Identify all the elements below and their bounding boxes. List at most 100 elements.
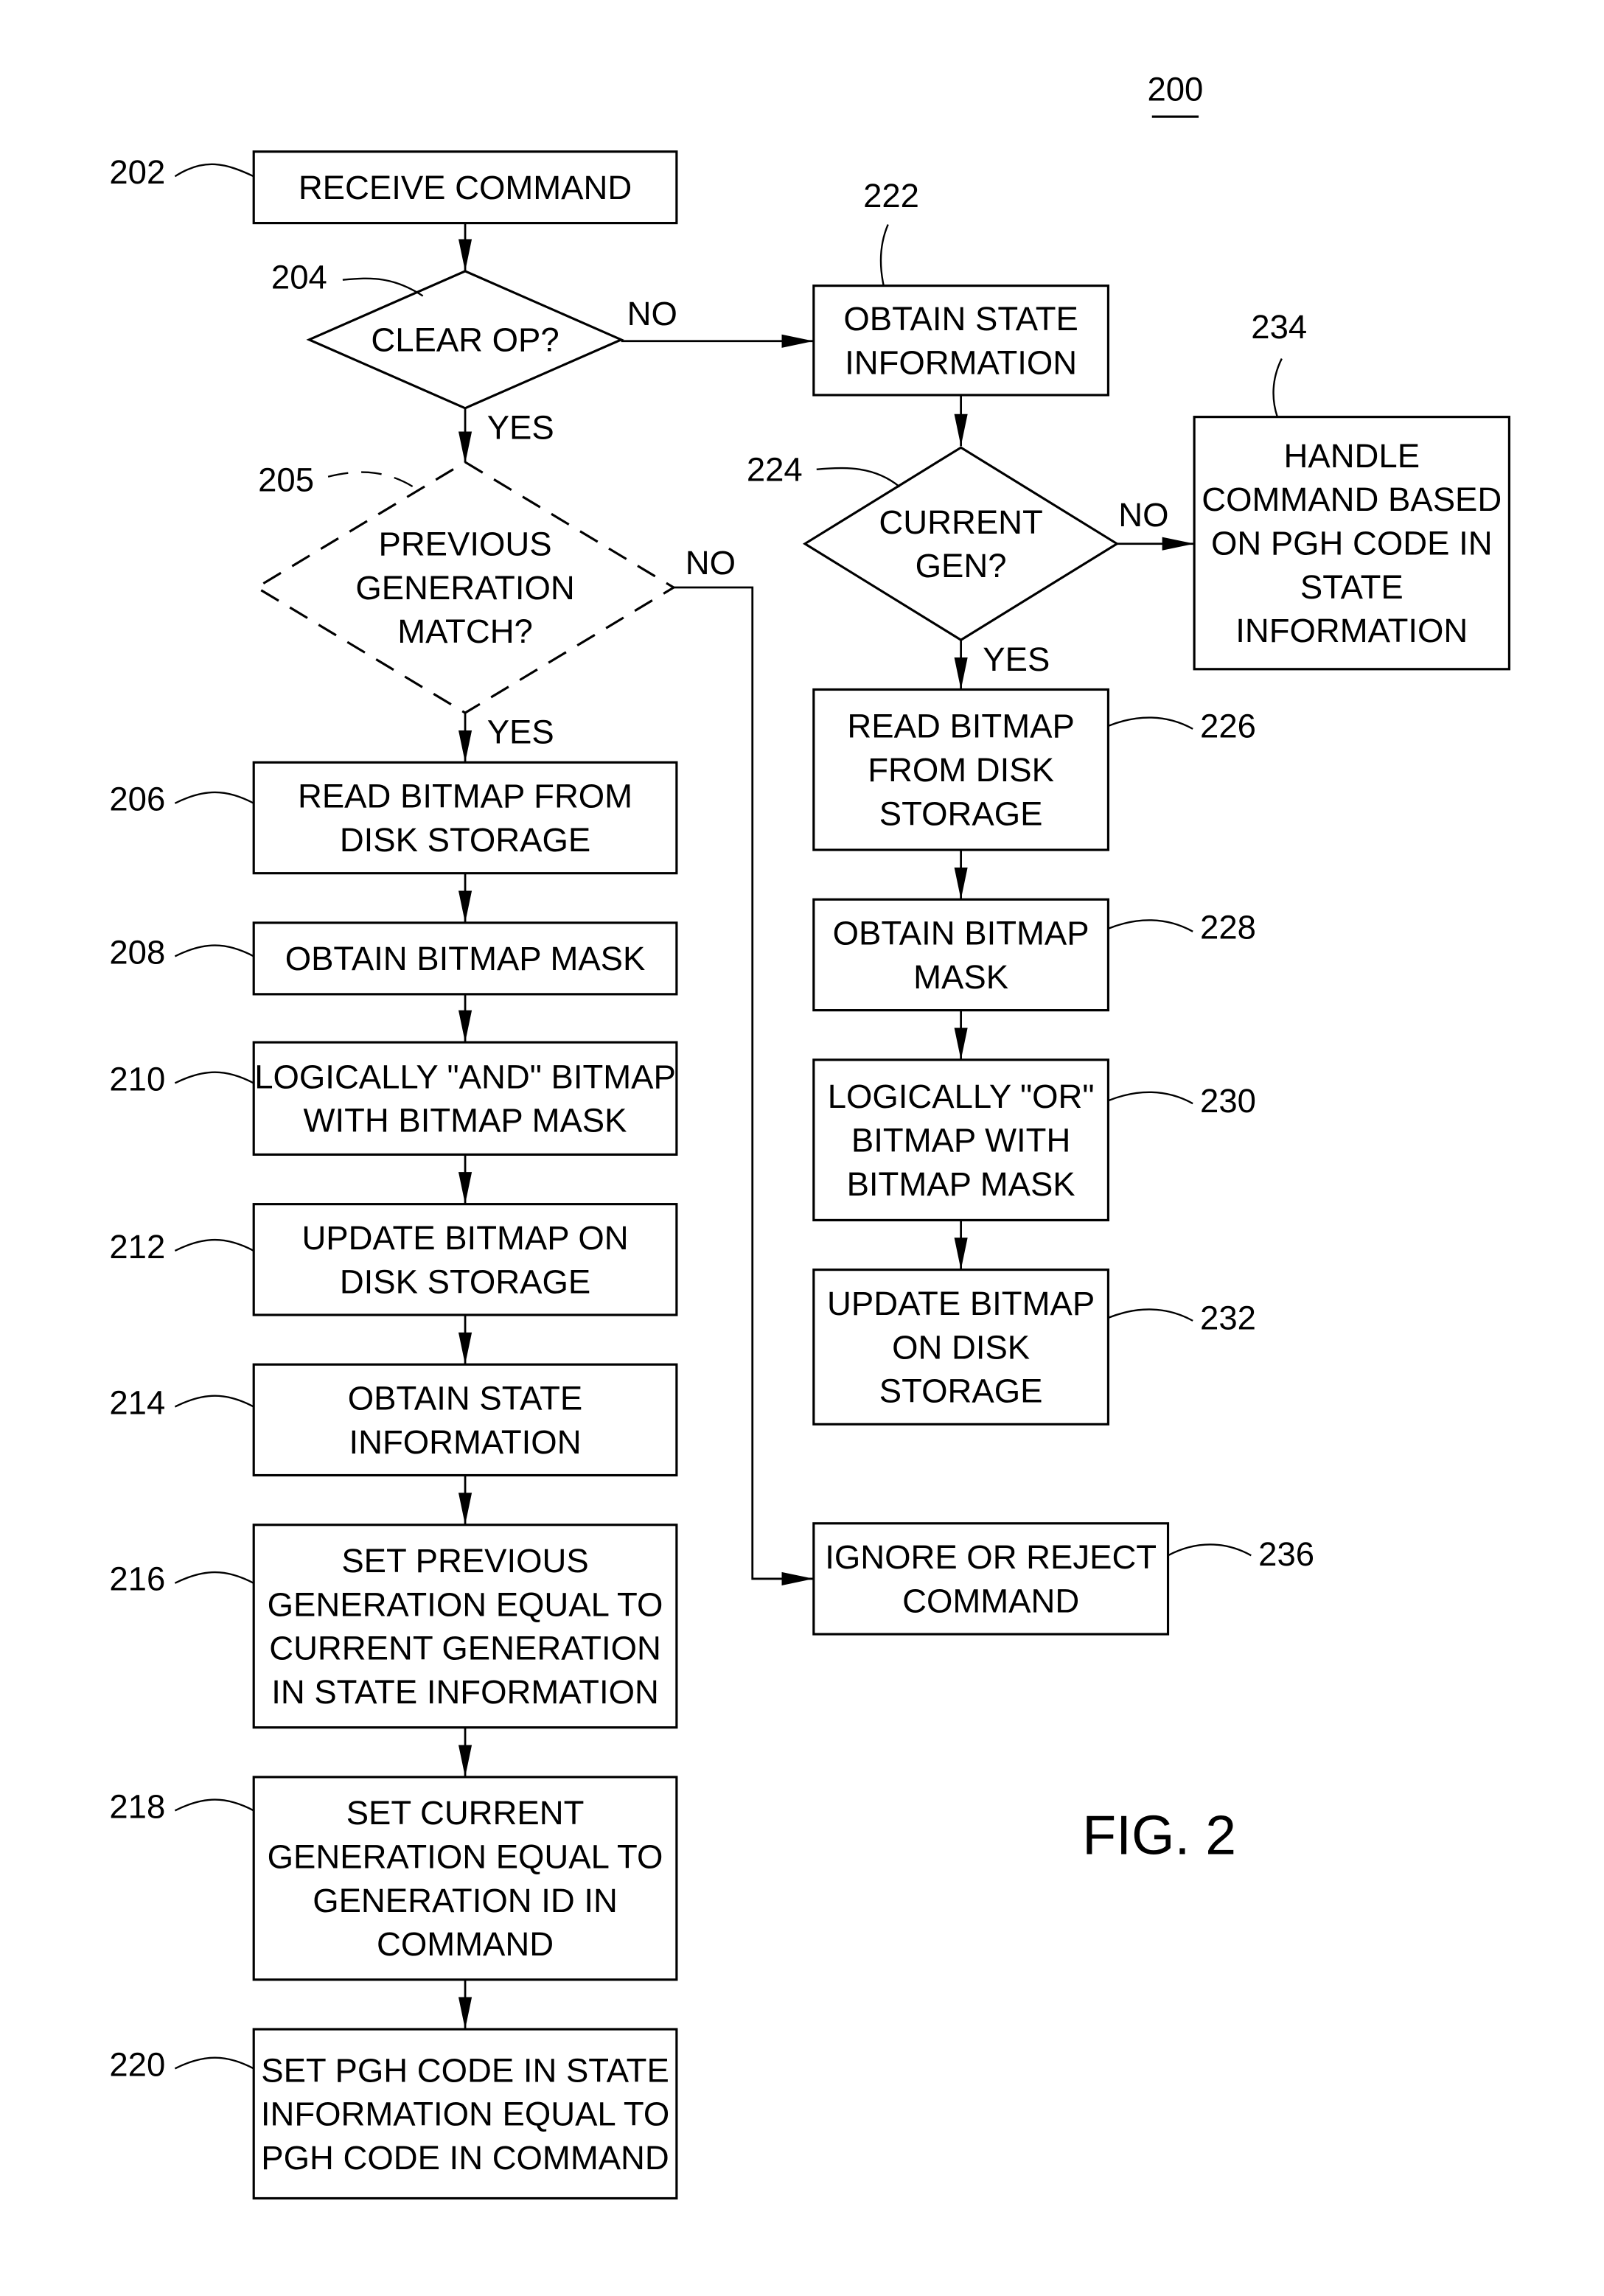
node-220: SET PGH CODE IN STATE INFORMATION EQUAL T… (109, 2028, 678, 2200)
node-202: RECEIVE COMMAND 202 (109, 150, 678, 225)
node-216-text-line: CURRENT GENERATION (269, 1630, 661, 1667)
node-218-text-line: GENERATION ID IN (313, 1882, 618, 1919)
node-228-text-line: MASK (913, 958, 1008, 996)
leader-line-212 (174, 1239, 254, 1252)
node-220-text-line: PGH CODE IN COMMAND (261, 2139, 669, 2177)
leader-line-228 (1107, 919, 1193, 932)
leader-line-222 (879, 224, 889, 286)
node-228-text-line: OBTAIN BITMAP (833, 915, 1089, 952)
reference-numeral-208: 208 (109, 933, 165, 971)
node-218-text-line: SET CURRENT (346, 1794, 585, 1832)
node-205-text-line: GENERATION (355, 569, 574, 607)
leader-line-226 (1107, 716, 1193, 730)
leader-line-204 (342, 277, 424, 297)
node-216-text-line: IN STATE INFORMATION (271, 1673, 659, 1711)
decision-diamond-224 (802, 446, 1120, 642)
figure-number: 200 (1147, 70, 1203, 118)
node-236-text-line: COMMAND (902, 1582, 1079, 1619)
node-226: READ BITMAP FROM DISK STORAGE 226 (812, 688, 1256, 851)
node-224-text-line: GEN? (916, 547, 1007, 585)
leader-line-218 (174, 1798, 254, 1812)
flowchart-canvas: 200 FIG. 2 NO YES NO YES NO YES RECEIVE … (109, 70, 1511, 2200)
node-232-text-line: UPDATE BITMAP (827, 1285, 1095, 1322)
leader-line-236 (1167, 1543, 1252, 1557)
node-234: HANDLE COMMAND BASED ON PGH CODE IN STATE IN… (1193, 308, 1511, 671)
edge-label-204-yes: YES (487, 408, 554, 446)
node-210-text-line: LOGICALLY "AND" BITMAP (254, 1058, 676, 1095)
node-222-text-line: OBTAIN STATE (843, 300, 1078, 338)
leader-line-220 (174, 2056, 254, 2070)
reference-numeral-220: 220 (109, 2045, 165, 2083)
node-214-text-line: INFORMATION (349, 1423, 582, 1461)
leader-line-208 (174, 944, 254, 957)
leader-line-206 (174, 791, 254, 804)
reference-numeral-205: 205 (258, 461, 314, 499)
leader-line-232 (1107, 1308, 1193, 1322)
reference-numeral-202: 202 (109, 153, 165, 191)
node-208-text-line: OBTAIN BITMAP MASK (285, 940, 646, 977)
leader-line-210 (174, 1071, 254, 1084)
node-208: OBTAIN BITMAP MASK 208 (109, 921, 678, 996)
leader-line-216 (174, 1571, 254, 1584)
reference-numeral-206: 206 (109, 781, 165, 818)
node-230-text-line: BITMAP WITH (851, 1121, 1070, 1159)
node-234-text-line: HANDLE (1284, 437, 1420, 475)
node-228: OBTAIN BITMAP MASK 228 (812, 898, 1256, 1012)
node-222: OBTAIN STATE INFORMATION 222 (812, 177, 1110, 397)
node-234-text-line: INFORMATION (1235, 612, 1468, 649)
node-224: CURRENT GEN? 224 (747, 446, 1120, 642)
leader-line-230 (1107, 1091, 1193, 1105)
reference-numeral-212: 212 (109, 1228, 165, 1266)
node-230-text-line: LOGICALLY "OR" (828, 1078, 1095, 1115)
figure-number-text: 200 (1147, 70, 1203, 108)
reference-numeral-214: 214 (109, 1383, 165, 1421)
node-210-text-line: WITH BITMAP MASK (304, 1102, 627, 1140)
node-216-text-line: SET PREVIOUS (341, 1542, 588, 1580)
node-214: OBTAIN STATE INFORMATION 214 (109, 1363, 678, 1477)
edge-label-204-no: NO (627, 295, 677, 332)
node-226-text-line: READ BITMAP (847, 708, 1074, 745)
node-226-text-line: STORAGE (879, 795, 1043, 832)
node-236-text-line: IGNORE OR REJECT (825, 1538, 1157, 1576)
node-230-text-line: BITMAP MASK (847, 1165, 1075, 1203)
reference-numeral-234: 234 (1251, 308, 1307, 346)
node-214-text-line: OBTAIN STATE (348, 1380, 582, 1417)
node-226-text-line: FROM DISK (868, 751, 1054, 789)
reference-numeral-224: 224 (747, 451, 803, 489)
node-205-text-line: PREVIOUS (378, 526, 551, 563)
figure-caption: FIG. 2 (1082, 1804, 1236, 1866)
reference-numeral-204: 204 (271, 259, 327, 296)
node-222-text-line: INFORMATION (845, 343, 1077, 381)
node-212: UPDATE BITMAP ON DISK STORAGE 212 (109, 1203, 678, 1316)
node-224-text-line: CURRENT (879, 503, 1042, 541)
node-205-text-line: MATCH? (397, 613, 533, 650)
node-234-text-line: ON PGH CODE IN (1211, 525, 1493, 562)
reference-numeral-222: 222 (863, 177, 919, 214)
node-218-text-line: GENERATION EQUAL TO (268, 1838, 663, 1876)
leader-line-214 (174, 1395, 254, 1408)
edge-label-205-no: NO (686, 544, 736, 582)
reference-numeral-210: 210 (109, 1060, 165, 1098)
edge-label-224-yes: YES (983, 641, 1050, 678)
node-234-text-line: COMMAND BASED (1202, 481, 1502, 518)
reference-numeral-228: 228 (1200, 909, 1256, 946)
reference-numeral-216: 216 (109, 1560, 165, 1598)
edge-label-224-no: NO (1118, 496, 1168, 534)
node-210: LOGICALLY "AND" BITMAP WITH BITMAP MASK 21… (109, 1041, 678, 1156)
node-206-text-line: READ BITMAP FROM (298, 778, 632, 815)
node-218: SET CURRENT GENERATION EQUAL TO GENERATION… (109, 1776, 678, 1981)
reference-numeral-236: 236 (1258, 1535, 1314, 1573)
node-212-text-line: DISK STORAGE (340, 1263, 590, 1300)
node-236: IGNORE OR REJECT COMMAND 236 (812, 1522, 1314, 1636)
reference-numeral-230: 230 (1200, 1082, 1256, 1120)
edge-label-205-yes: YES (487, 713, 554, 751)
leader-line-224 (816, 467, 901, 488)
node-232: UPDATE BITMAP ON DISK STORAGE 232 (812, 1269, 1256, 1426)
flowchart-nodes: RECEIVE COMMAND 202 CLEAR OP? 204 PREVIOUS GE… (109, 150, 1511, 2200)
node-212-text-line: UPDATE BITMAP ON (301, 1219, 628, 1257)
leader-line-205 (327, 471, 416, 489)
node-232-text-line: STORAGE (879, 1372, 1043, 1410)
reference-numeral-218: 218 (109, 1787, 165, 1825)
node-206-text-line: DISK STORAGE (340, 821, 590, 859)
node-234-text-line: STATE (1300, 568, 1404, 606)
